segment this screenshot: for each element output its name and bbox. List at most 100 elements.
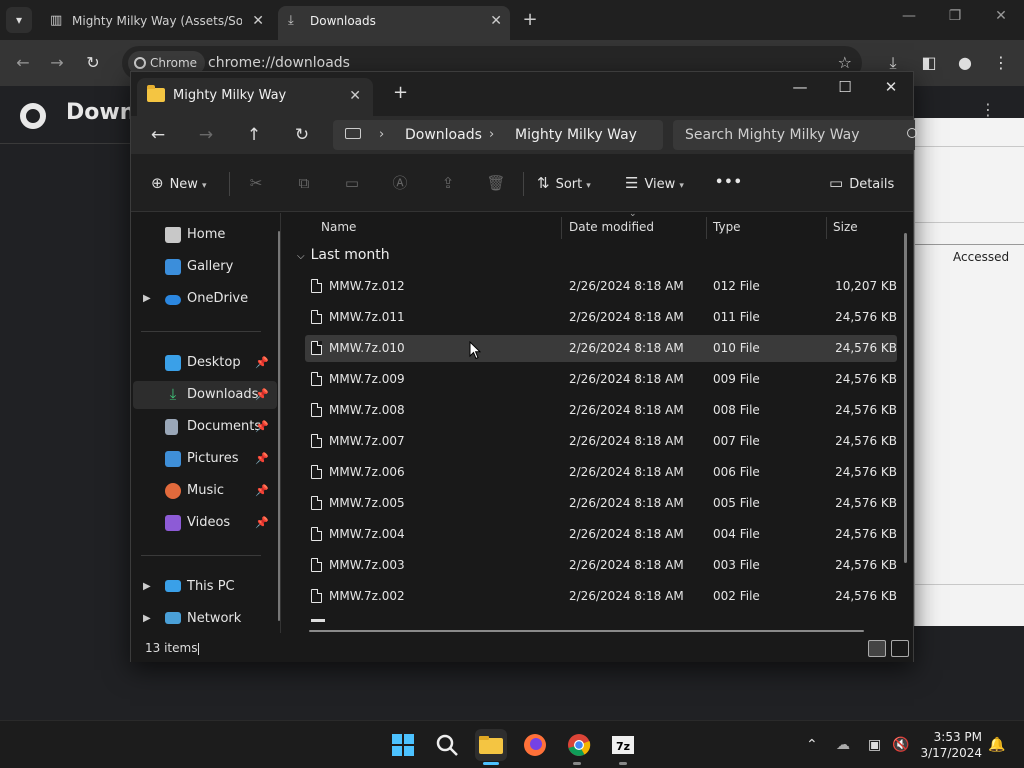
menu-icon[interactable]: ⋮ (988, 50, 1014, 76)
sidebar-item-onedrive[interactable]: ▶ OneDrive (133, 285, 277, 313)
accessed-column-header[interactable]: Accessed (953, 250, 1009, 264)
restore-icon[interactable]: ❐ (943, 8, 967, 24)
paste-icon[interactable]: ▭ (339, 168, 365, 198)
chrome-tab-downloads[interactable]: ⤓ Downloads ✕ (278, 6, 510, 40)
file-row[interactable]: MMW.7z.011 2/26/2024 8:18 AM 011 File 24… (305, 304, 897, 331)
chrome-tab-mighty-milky-way[interactable]: ▥ Mighty Milky Way (Assets/Soun ✕ (40, 6, 272, 36)
forward-icon[interactable]: → (193, 122, 219, 148)
breadcrumb-downloads[interactable]: Downloads (405, 120, 482, 150)
column-header-date[interactable]: Date modified (569, 213, 654, 241)
vertical-scrollbar[interactable] (904, 233, 907, 563)
pin-icon[interactable]: 📌 (255, 509, 269, 537)
more-icon[interactable]: ⋮ (980, 100, 996, 119)
view-button[interactable]: ☰ View ▾ (625, 168, 684, 198)
minimize-icon[interactable]: — (897, 8, 921, 24)
sidebar-item-network[interactable]: ▶ Network (133, 605, 277, 633)
column-divider[interactable] (826, 217, 827, 239)
file-row[interactable]: MMW.7z.004 2/26/2024 8:18 AM 004 File 24… (305, 521, 897, 548)
file-row[interactable]: MMW.7z.007 2/26/2024 8:18 AM 007 File 24… (305, 428, 897, 455)
back-icon[interactable]: ← (145, 122, 171, 148)
sidebar-item-documents[interactable]: Documents 📌 (133, 413, 277, 441)
notification-bell-icon[interactable]: 🔔 (988, 721, 1005, 768)
volume-muted-icon[interactable]: 🔇 (892, 721, 909, 768)
side-panel-icon[interactable]: ◧ (916, 50, 942, 76)
group-header[interactable]: ⌵ Last month (297, 247, 390, 263)
column-header-size[interactable]: Size (833, 213, 858, 241)
search-button[interactable] (431, 729, 463, 761)
firefox-taskbar-button[interactable] (519, 729, 551, 761)
minimize-icon[interactable]: — (785, 78, 815, 96)
pin-icon[interactable]: 📌 (255, 477, 269, 505)
large-icons-view-icon[interactable] (891, 640, 909, 657)
close-icon[interactable]: ✕ (252, 6, 264, 36)
close-icon[interactable]: ✕ (490, 6, 502, 36)
sidebar-item-downloads[interactable]: ⤓ Downloads 📌 (133, 381, 277, 409)
chevron-right-icon[interactable]: › (489, 120, 494, 150)
sidebar-item-music[interactable]: Music 📌 (133, 477, 277, 505)
details-view-icon[interactable] (868, 640, 886, 657)
sidebar-item-desktop[interactable]: Desktop 📌 (133, 349, 277, 377)
chevron-right-icon[interactable]: › (379, 120, 384, 150)
sevenzip-taskbar-button[interactable]: 7z (607, 729, 639, 761)
start-button[interactable] (387, 729, 419, 761)
file-row[interactable]: MMW.7z.002 2/26/2024 8:18 AM 002 File 24… (305, 583, 897, 610)
column-header-type[interactable]: Type (713, 213, 741, 241)
file-row[interactable]: MMW.7z.012 2/26/2024 8:18 AM 012 File 10… (305, 273, 897, 300)
up-icon[interactable]: ↑ (241, 122, 267, 148)
pin-icon[interactable]: 📌 (255, 381, 269, 409)
search-input[interactable]: Search Mighty Milky Way (673, 120, 917, 150)
file-explorer-taskbar-button[interactable] (475, 729, 507, 761)
sidebar-scrollbar[interactable] (278, 231, 280, 621)
chevron-right-icon[interactable]: ▶ (143, 285, 151, 313)
file-row-selected[interactable]: MMW.7z.010 2/26/2024 8:18 AM 010 File 24… (305, 335, 897, 362)
new-tab-button[interactable]: + (393, 82, 408, 103)
file-row[interactable]: MMW.7z.003 2/26/2024 8:18 AM 003 File 24… (305, 552, 897, 579)
address-bar[interactable]: › Downloads › Mighty Milky Way (333, 120, 663, 150)
close-icon[interactable]: ✕ (349, 78, 361, 114)
explorer-tab[interactable]: Mighty Milky Way ✕ (137, 78, 373, 116)
tab-search-button[interactable]: ▾ (6, 7, 32, 33)
close-window-icon[interactable]: ✕ (876, 78, 906, 96)
new-tab-button[interactable]: + (518, 6, 542, 34)
horizontal-scrollbar[interactable] (309, 630, 864, 632)
sort-button[interactable]: ⇅ Sort ▾ (537, 168, 591, 198)
sidebar-item-gallery[interactable]: Gallery (133, 253, 277, 281)
chevron-right-icon[interactable]: ▶ (143, 605, 151, 633)
pin-icon[interactable]: 📌 (255, 413, 269, 441)
column-divider[interactable] (561, 217, 562, 239)
pin-icon[interactable]: 📌 (255, 349, 269, 377)
details-button[interactable]: ▭ Details (829, 168, 894, 198)
chrome-taskbar-button[interactable] (563, 729, 595, 761)
profile-icon[interactable]: ● (952, 50, 978, 76)
close-window-icon[interactable]: ✕ (989, 8, 1013, 24)
maximize-icon[interactable]: ☐ (830, 78, 860, 96)
new-button[interactable]: ⊕ New ▾ (151, 168, 206, 198)
onedrive-icon[interactable]: ☁ (836, 721, 850, 768)
cut-icon[interactable]: ✂ (243, 168, 269, 198)
forward-icon[interactable]: → (44, 50, 70, 76)
pin-icon[interactable]: 📌 (255, 445, 269, 473)
share-icon[interactable]: ⇪ (435, 168, 461, 198)
column-divider[interactable] (706, 217, 707, 239)
refresh-icon[interactable]: ↻ (289, 122, 315, 148)
reload-icon[interactable]: ↻ (80, 50, 106, 76)
file-row[interactable]: MMW.7z.006 2/26/2024 8:18 AM 006 File 24… (305, 459, 897, 486)
file-row[interactable]: MMW.7z.009 2/26/2024 8:18 AM 009 File 24… (305, 366, 897, 393)
copy-icon[interactable]: ⧉ (291, 168, 317, 198)
chevron-up-icon[interactable]: ⌃ (806, 721, 818, 768)
file-row[interactable]: MMW.7z.008 2/26/2024 8:18 AM 008 File 24… (305, 397, 897, 424)
rename-icon[interactable]: Ⓐ (387, 168, 413, 198)
column-header-name[interactable]: Name (321, 213, 356, 241)
delete-icon[interactable]: 🗑 (483, 168, 509, 198)
sidebar-item-home[interactable]: Home (133, 221, 277, 249)
clock[interactable]: 3:53 PM 3/17/2024 (920, 729, 982, 761)
breadcrumb-mighty-milky-way[interactable]: Mighty Milky Way (515, 120, 637, 150)
back-icon[interactable]: ← (10, 50, 36, 76)
sidebar-item-videos[interactable]: Videos 📌 (133, 509, 277, 537)
sidebar-item-this-pc[interactable]: ▶ This PC (133, 573, 277, 601)
file-row[interactable]: MMW.7z.005 2/26/2024 8:18 AM 005 File 24… (305, 490, 897, 517)
network-status-icon[interactable]: ▣ (868, 721, 881, 768)
chevron-right-icon[interactable]: ▶ (143, 573, 151, 601)
sidebar-item-pictures[interactable]: Pictures 📌 (133, 445, 277, 473)
more-options-button[interactable]: ••• (715, 168, 743, 198)
